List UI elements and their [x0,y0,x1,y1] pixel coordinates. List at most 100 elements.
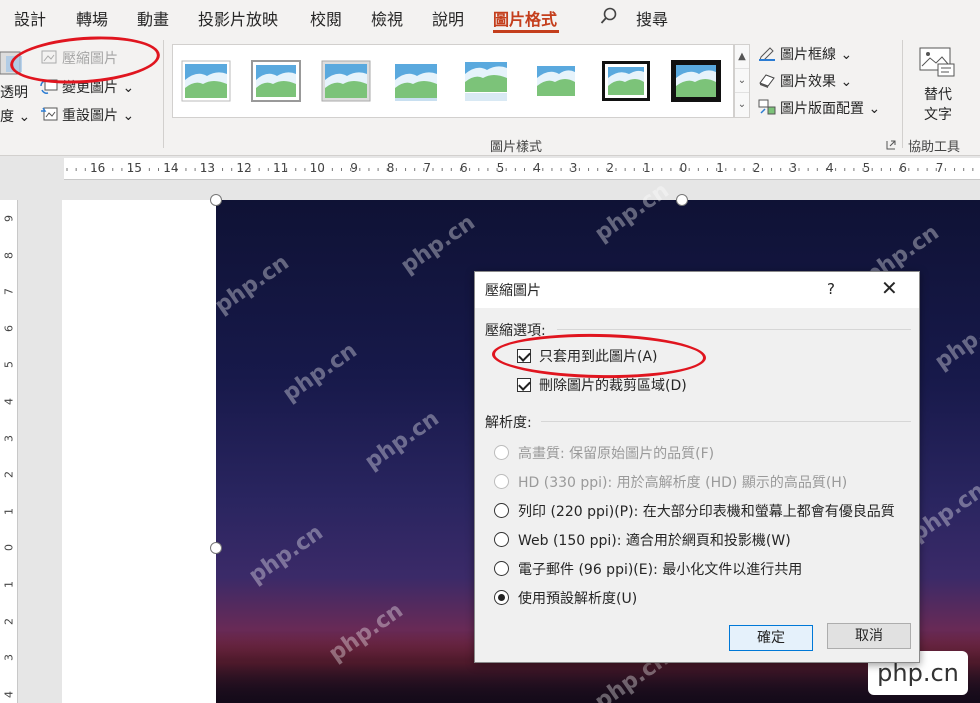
tab-design[interactable]: 設計 [14,6,46,30]
ruler-label: 11 [273,161,289,175]
ruler-label: 3 [2,434,16,442]
resize-handle-top-center[interactable] [676,194,688,206]
tab-transitions[interactable]: 轉場 [76,6,108,30]
accessibility-group-label: 協助工具 [908,140,961,155]
ruler-label: 1 [2,507,16,515]
ruler-label: 8 [386,161,395,175]
vertical-ruler: 9 8 7 6 5 4 3 2 1 0 1 2 3 4 [0,200,18,703]
resize-handle-middle-left[interactable] [210,542,222,554]
ruler-label: 0 [2,544,16,552]
radio-web[interactable] [494,532,509,547]
alt-text-label-2: 文字 [924,107,952,123]
picture-effects-button[interactable]: 圖片效果 ⌄ [758,71,852,91]
reset-picture-button[interactable]: 重設圖片 ⌄ [40,105,134,125]
ruler-label: 14 [163,161,179,175]
style-thumbnail-2[interactable] [251,60,301,102]
dialog-title: 壓縮圖片 [485,283,541,299]
cancel-button[interactable]: 取消 [827,623,911,649]
search-label[interactable]: 搜尋 [636,6,668,30]
delete-cropped-checkbox[interactable] [517,378,531,392]
ruler-label: 9 [350,161,358,175]
tab-picture-format[interactable]: 圖片格式 [493,6,557,30]
ruler-label: 5 [862,161,871,175]
reset-picture-label: 重設圖片 [62,108,118,124]
compress-pictures-dialog: 壓縮圖片 ? ✕ 壓縮選項: 只套用到此圖片(A) 刪除圖片的裁剪區域(D) 解… [474,271,920,663]
layout-icon [758,99,776,115]
tab-help[interactable]: 說明 [432,6,464,30]
alt-text-label-1: 替代 [924,87,952,103]
ruler-label: 4 [826,161,834,175]
gallery-up-button[interactable]: ▲ [735,45,749,69]
radio-print[interactable] [494,503,509,518]
tab-view[interactable]: 檢視 [371,6,403,30]
ruler-label: 10 [309,161,325,175]
dialog-title-bar: 壓縮圖片 ? ✕ [475,272,919,308]
resize-handle-top-left[interactable] [210,194,222,206]
ruler-label: 0 [679,161,688,175]
tab-animations[interactable]: 動畫 [137,6,169,30]
gallery-down-button[interactable]: ⌄ [735,69,749,93]
reset-picture-icon [41,107,58,121]
ruler-label: 15 [126,161,142,175]
picture-layout-label: 圖片版面配置 [780,101,864,117]
ruler-label: 5 [496,161,505,175]
picture-layout-button[interactable]: 圖片版面配置 ⌄ [758,98,880,118]
style-thumbnail-8[interactable] [671,60,721,102]
ruler-label: 3 [789,161,798,175]
radio-email-label[interactable]: 電子郵件 (96 ppi)(E): 最小化文件以進行共用 [518,559,802,579]
ruler-label: 4 [2,398,16,405]
picture-border-label: 圖片框線 [780,47,836,63]
gallery-scroll: ▲ ⌄ ⌄ [734,44,750,118]
group-separator [163,40,164,148]
ruler-label: 2 [2,471,16,479]
style-thumbnail-5[interactable] [461,60,511,102]
alt-text-button[interactable]: 替代 文字 [924,84,952,124]
picture-effects-label: 圖片效果 [780,74,836,90]
ruler-label: 1 [2,581,16,588]
horizontal-ruler: 16 15 14 13 12 11 10 9 8 7 6 5 4 3 2 1 0 1 2 3 4 5 6 7 [64,158,980,180]
transparency-label-fragment[interactable]: 透明 [0,82,28,102]
ruler-label: 7 [2,288,16,296]
radio-default[interactable] [494,590,509,605]
ruler-label: 4 [2,690,16,698]
ruler-label: 6 [460,161,468,175]
style-thumbnail-6[interactable] [531,60,581,102]
effects-icon [759,74,775,88]
section-divider [557,329,911,330]
tab-slideshow[interactable]: 投影片放映 [198,6,278,30]
ruler-label: 5 [2,361,16,369]
ruler-label: 6 [2,324,16,332]
tab-review[interactable]: 校閱 [310,6,342,30]
ruler-label: 8 [2,251,16,259]
style-thumbnail-3[interactable] [321,60,371,102]
search-icon[interactable] [600,7,618,25]
alt-text-icon [919,47,955,77]
style-thumbnail-4[interactable] [391,60,441,102]
ruler-label: 3 [2,654,16,662]
gallery-more-button[interactable]: ⌄ [735,93,749,117]
transparency-label-fragment-2[interactable]: 度 ⌄ [0,106,30,126]
picture-border-button[interactable]: 圖片框線 ⌄ [758,44,852,64]
radio-high-fidelity [494,445,509,460]
ruler-label: 1 [643,161,651,175]
radio-print-label[interactable]: 列印 (220 ppi)(P): 在大部分印表機和螢幕上都會有優良品質 [518,501,895,521]
picture-styles-gallery [172,44,734,118]
radio-default-label[interactable]: 使用預設解析度(U) [518,588,637,608]
radio-email[interactable] [494,561,509,576]
ruler-label: 6 [899,161,907,175]
resolution-label: 解析度: [485,415,532,431]
style-thumbnail-1[interactable] [181,60,231,102]
radio-web-label[interactable]: Web (150 ppi): 適合用於網頁和投影機(W) [518,530,791,550]
ruler-label: 2 [2,617,16,625]
help-button[interactable]: ? [827,280,835,298]
ruler-label: 7 [423,161,432,175]
ruler-label: 1 [716,161,724,175]
transparency-fragment-text: 度 [0,109,14,125]
style-thumbnail-7[interactable] [601,60,651,102]
ruler-label: 7 [935,161,944,175]
ruler-label: 2 [606,161,615,175]
close-button[interactable]: ✕ [881,276,898,300]
dialog-launcher-icon[interactable] [886,140,896,150]
ok-button[interactable]: 確定 [729,625,813,651]
ruler-label: 3 [569,161,578,175]
